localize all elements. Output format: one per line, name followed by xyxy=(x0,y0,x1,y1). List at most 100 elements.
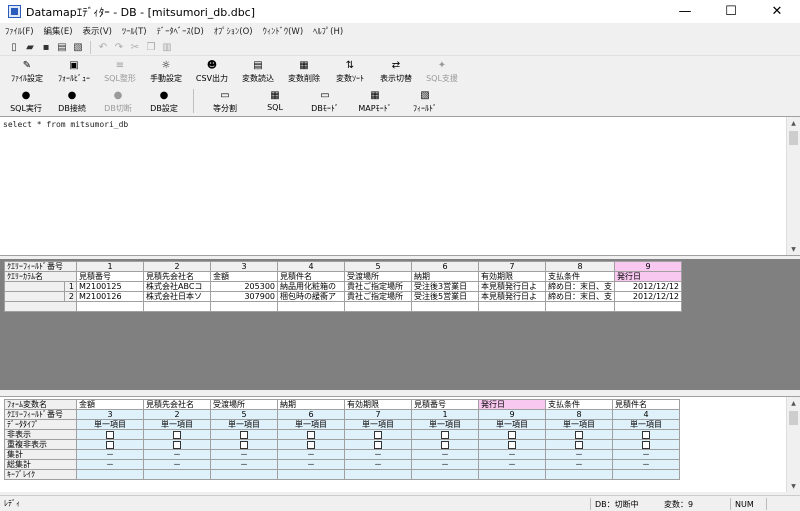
menu-file[interactable]: ﾌｧｲﾙ(F) xyxy=(0,25,39,37)
table-cell[interactable] xyxy=(545,301,615,312)
table-cell[interactable]: 締め日：末日、支 xyxy=(545,281,615,292)
table-cell[interactable]: 納品用化粧箱の xyxy=(277,281,345,292)
column-number[interactable]: 5 xyxy=(344,261,412,272)
table-cell[interactable]: 貴社ご指定場所 xyxy=(344,281,412,292)
file-settings-button[interactable]: ✎ ﾌｧｲﾙ設定 xyxy=(3,57,51,85)
aggregate-value[interactable]: － xyxy=(76,459,144,470)
menu-database[interactable]: ﾃﾞｰﾀﾍﾞｰｽ(D) xyxy=(152,25,209,37)
db-mode-button[interactable]: ▭ DBﾓｰﾄﾞ xyxy=(300,87,350,115)
hide-checkbox[interactable] xyxy=(575,430,583,439)
table-cell[interactable]: M2100126 xyxy=(76,291,144,302)
column-number[interactable]: 7 xyxy=(478,261,546,272)
dup-hide-checkbox[interactable] xyxy=(642,440,650,449)
aggregate-value[interactable]: － xyxy=(478,459,546,470)
key-break-cell[interactable] xyxy=(76,469,144,480)
aggregate-value[interactable]: － xyxy=(143,449,211,460)
key-break-cell[interactable] xyxy=(545,469,613,480)
column-header[interactable]: 見積先会社名 xyxy=(143,271,211,282)
data-type[interactable]: 単一項目 xyxy=(76,419,144,430)
hide-checkbox[interactable] xyxy=(106,430,114,439)
sql-text[interactable]: select * from mitsumori_db xyxy=(3,120,128,129)
scroll-down-icon[interactable]: ▼ xyxy=(787,480,800,492)
column-header[interactable]: 発行日 xyxy=(614,271,682,282)
aggregate-value[interactable]: － xyxy=(277,459,345,470)
column-number[interactable]: 8 xyxy=(545,261,615,272)
table-cell[interactable] xyxy=(76,301,144,312)
dup-hide-checkbox[interactable] xyxy=(307,440,315,449)
table-cell[interactable] xyxy=(344,301,412,312)
manual-setting-button[interactable]: ☼ 手動設定 xyxy=(143,57,189,85)
aggregate-value[interactable]: － xyxy=(612,459,680,470)
form-variable-name[interactable]: 見積先会社名 xyxy=(143,399,211,410)
scroll-thumb[interactable] xyxy=(789,411,798,425)
column-header[interactable]: 納期 xyxy=(411,271,479,282)
form-variable-name[interactable]: 支払条件 xyxy=(545,399,613,410)
key-break-cell[interactable] xyxy=(612,469,680,480)
key-break-cell[interactable] xyxy=(143,469,211,480)
table-cell[interactable] xyxy=(277,301,345,312)
column-header[interactable]: 受渡場所 xyxy=(344,271,412,282)
dup-hide-checkbox[interactable] xyxy=(374,440,382,449)
table-cell[interactable]: 受注後5営業日 xyxy=(411,291,479,302)
scroll-down-icon[interactable]: ▼ xyxy=(787,243,800,255)
data-type[interactable]: 単一項目 xyxy=(143,419,211,430)
sql-run-button[interactable]: ● SQL実行 xyxy=(3,87,49,115)
field-button[interactable]: ▧ ﾌｨｰﾙﾄﾞ xyxy=(400,87,450,115)
key-break-cell[interactable] xyxy=(210,469,278,480)
new-file-icon[interactable]: ▯ xyxy=(6,41,22,55)
sql-assist-button[interactable]: ✦ SQL支援 xyxy=(419,57,465,85)
aggregate-value[interactable]: － xyxy=(478,449,546,460)
db-connect-button[interactable]: ● DB接続 xyxy=(49,87,95,115)
query-field-number[interactable]: 1 xyxy=(411,409,479,420)
column-header[interactable]: 金額 xyxy=(210,271,278,282)
sql-format-button[interactable]: ≡ SQL整形 xyxy=(97,57,143,85)
table-cell[interactable]: 2012/12/12 xyxy=(614,291,682,302)
db-disconnect-button[interactable]: ● DB切断 xyxy=(95,87,141,115)
menu-options[interactable]: ｵﾌﾟｼｮﾝ(O) xyxy=(209,25,258,37)
hide-checkbox[interactable] xyxy=(642,430,650,439)
table-cell[interactable] xyxy=(614,301,682,312)
table-cell[interactable] xyxy=(143,301,211,312)
paste-icon[interactable]: ▥ xyxy=(159,41,175,55)
variable-load-button[interactable]: ▤ 変数読込 xyxy=(235,57,281,85)
form-variable-name[interactable]: 見積番号 xyxy=(411,399,479,410)
hide-checkbox[interactable] xyxy=(374,430,382,439)
table-cell[interactable]: 本見積発行日よ xyxy=(478,291,546,302)
dup-hide-checkbox[interactable] xyxy=(173,440,181,449)
column-number[interactable]: 4 xyxy=(277,261,345,272)
query-field-number[interactable]: 2 xyxy=(143,409,211,420)
form-variable-name[interactable]: 受渡場所 xyxy=(210,399,278,410)
aggregate-value[interactable]: － xyxy=(612,449,680,460)
maximize-button[interactable]: ☐ xyxy=(708,0,754,23)
aggregate-value[interactable]: － xyxy=(545,459,613,470)
variable-sort-button[interactable]: ⇅ 変数ｿｰﾄ xyxy=(327,57,373,85)
aggregate-value[interactable]: － xyxy=(411,449,479,460)
aggregate-value[interactable]: － xyxy=(411,459,479,470)
table-cell[interactable]: 貴社ご指定場所 xyxy=(344,291,412,302)
print-icon[interactable]: ▤ xyxy=(54,41,70,55)
table-cell[interactable]: 本見積発行日よ xyxy=(478,281,546,292)
table-cell[interactable] xyxy=(411,301,479,312)
print-preview-icon[interactable]: ▧ xyxy=(70,41,86,55)
dup-hide-checkbox[interactable] xyxy=(441,440,449,449)
table-cell[interactable]: 株式会社ABCコ xyxy=(143,281,211,292)
aggregate-value[interactable]: － xyxy=(277,449,345,460)
query-field-number[interactable]: 9 xyxy=(478,409,546,420)
dup-hide-checkbox[interactable] xyxy=(508,440,516,449)
table-cell[interactable]: 受注後3営業日 xyxy=(411,281,479,292)
data-type[interactable]: 単一項目 xyxy=(277,419,345,430)
column-header[interactable]: 見積件名 xyxy=(277,271,345,282)
key-break-cell[interactable] xyxy=(478,469,546,480)
table-row[interactable]: 2 M2100126 株式会社日本ソ 307900 梱包時の緩衝ア 貴社ご指定場所 受注後5… xyxy=(4,291,682,302)
column-header[interactable]: 支払条件 xyxy=(545,271,615,282)
db-settings-button[interactable]: ● DB設定 xyxy=(141,87,187,115)
data-type[interactable]: 単一項目 xyxy=(478,419,546,430)
table-cell[interactable]: 307900 xyxy=(210,291,278,302)
form-variable-name[interactable]: 納期 xyxy=(277,399,345,410)
data-type[interactable]: 単一項目 xyxy=(210,419,278,430)
form-variable-name[interactable]: 見積件名 xyxy=(612,399,680,410)
column-number[interactable]: 6 xyxy=(411,261,479,272)
sql-mode-button[interactable]: ▦ SQL xyxy=(250,87,300,115)
table-cell[interactable] xyxy=(210,301,278,312)
dup-hide-checkbox[interactable] xyxy=(575,440,583,449)
